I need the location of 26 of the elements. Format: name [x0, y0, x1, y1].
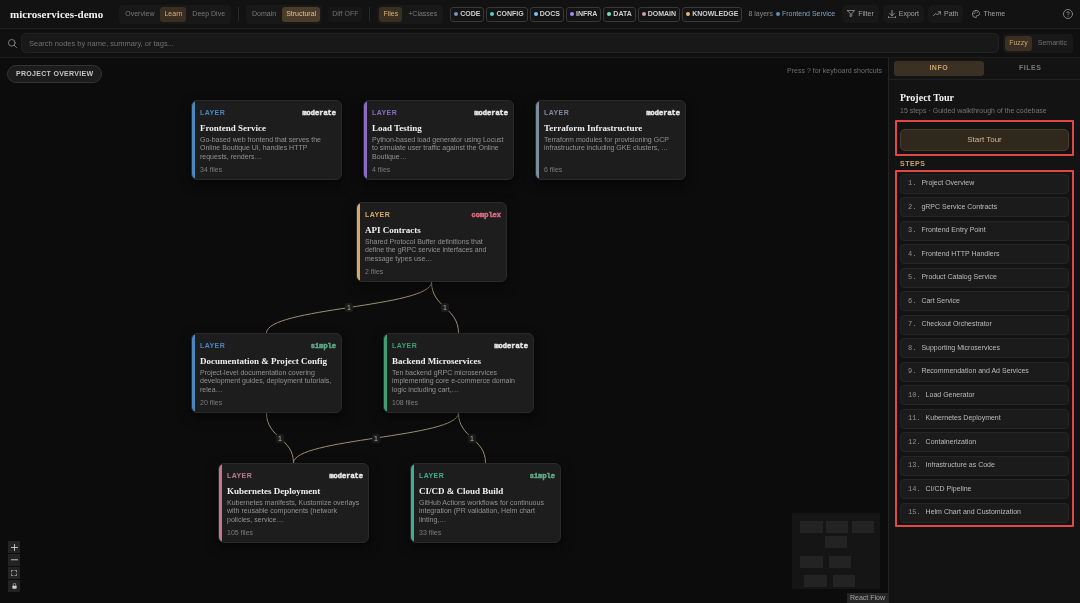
corners-icon — [11, 570, 17, 576]
node-title: API Contracts — [365, 224, 422, 236]
minus-icon — [10, 559, 18, 561]
plus-icon — [10, 543, 18, 551]
lock-icon — [11, 583, 17, 589]
palette-icon — [972, 10, 981, 18]
fit-view-button[interactable] — [8, 567, 20, 579]
app-title: microservices-demo — [10, 6, 104, 22]
search-icon — [8, 38, 17, 48]
start-tour-button[interactable]: Start Tour — [900, 128, 1069, 151]
node-title: Backend Microservices — [392, 355, 483, 367]
zoom-in-button[interactable] — [8, 541, 20, 553]
node-title: Frontend Service — [200, 122, 268, 134]
node-title: Kubernetes Deployment — [227, 485, 322, 497]
panel-title: Project Tour — [900, 92, 955, 104]
node-title: Load Testing — [372, 122, 423, 134]
help-button[interactable] — [1063, 9, 1073, 19]
node-title: CI/CD & Cloud Build — [419, 485, 505, 497]
zoom-out-button[interactable] — [8, 554, 20, 566]
download-icon — [887, 9, 896, 19]
help-icon — [1063, 9, 1073, 19]
funnel-icon — [847, 10, 856, 18]
node-title: Documentation & Project Config — [200, 355, 329, 367]
lock-button[interactable] — [8, 580, 20, 592]
node-title: Terraform Infrastructure — [544, 122, 644, 134]
trend-arrow-icon — [933, 11, 942, 17]
